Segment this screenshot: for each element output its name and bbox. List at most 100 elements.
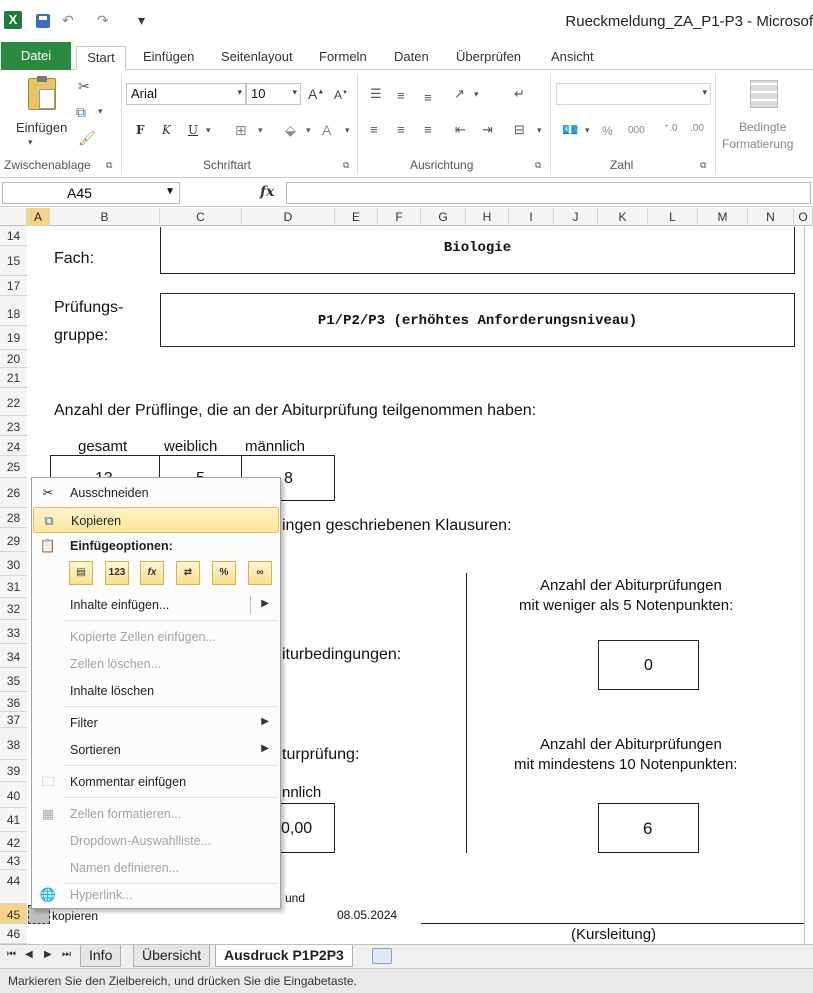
last-sheet-icon[interactable]: ⏭ bbox=[62, 949, 71, 960]
bold-button[interactable]: F bbox=[136, 123, 145, 137]
currency-dropdown-icon[interactable]: ▾ bbox=[585, 125, 590, 136]
menu-item-zellen-loeschen[interactable]: Zellen löschen... bbox=[33, 651, 279, 677]
gruppe-box[interactable]: P1/P2/P3 (erhöhtes Anforderungsniveau) bbox=[160, 293, 795, 347]
increase-decimal-icon[interactable]: ⁺.0 bbox=[664, 123, 678, 134]
paste-option-formulas-icon[interactable]: fx bbox=[140, 561, 164, 585]
column-header-n[interactable]: N bbox=[748, 208, 794, 226]
paste-option-values-icon[interactable]: 123 bbox=[105, 561, 129, 585]
fill-color-icon[interactable]: ⬙ bbox=[285, 122, 296, 139]
row-header[interactable]: 32 bbox=[0, 598, 27, 620]
excel-logo-icon[interactable]: X bbox=[4, 11, 22, 29]
decrease-decimal-icon[interactable]: .00 bbox=[690, 123, 704, 134]
column-header-e[interactable]: E bbox=[335, 208, 378, 226]
orientation-dropdown-icon[interactable]: ▾ bbox=[474, 89, 479, 100]
row-header[interactable]: 35 bbox=[0, 668, 27, 692]
column-header-c[interactable]: C bbox=[160, 208, 242, 226]
column-header-a[interactable]: A bbox=[27, 208, 50, 226]
thousands-button[interactable]: 000 bbox=[628, 125, 645, 136]
column-header-d[interactable]: D bbox=[242, 208, 335, 226]
underline-button[interactable]: U bbox=[188, 123, 198, 137]
row-header[interactable]: 15 bbox=[0, 246, 27, 276]
cut-icon[interactable]: ✂ bbox=[78, 78, 90, 95]
decrease-indent-icon[interactable]: ⇤ bbox=[455, 122, 466, 138]
font-launcher-icon[interactable]: ⧉ bbox=[343, 160, 349, 171]
sheet-tab-info[interactable]: Info bbox=[80, 945, 122, 967]
border-dropdown-icon[interactable]: ▾ bbox=[258, 125, 263, 136]
row-header[interactable]: 19 bbox=[0, 326, 27, 350]
number-launcher-icon[interactable]: ⧉ bbox=[700, 160, 706, 171]
increase-indent-icon[interactable]: ⇥ bbox=[482, 122, 493, 138]
sheet-tab-uebersicht[interactable]: Übersicht bbox=[133, 945, 211, 967]
row-header[interactable]: 39 bbox=[0, 760, 27, 782]
font-name-select[interactable]: Arial ▾ bbox=[126, 83, 246, 105]
save-icon[interactable] bbox=[36, 14, 50, 28]
percent-button[interactable]: % bbox=[602, 124, 613, 138]
paste-option-link-icon[interactable]: ∞ bbox=[248, 561, 272, 585]
first-sheet-icon[interactable]: ⏮ bbox=[7, 949, 16, 960]
row-header[interactable]: 20 bbox=[0, 350, 27, 368]
column-header-l[interactable]: L bbox=[648, 208, 698, 226]
menu-item-inhalte-loeschen[interactable]: Inhalte löschen bbox=[33, 678, 279, 704]
menu-item-hyperlink[interactable]: 🌐 Hyperlink... bbox=[33, 882, 279, 908]
format-painter-icon[interactable]: 🖌 bbox=[78, 130, 96, 147]
fach-box[interactable]: Biologie bbox=[160, 227, 795, 274]
row-header[interactable]: 41 bbox=[0, 808, 27, 832]
row-header[interactable]: 44 bbox=[0, 870, 27, 904]
row-header[interactable]: 21 bbox=[0, 368, 27, 388]
row-header[interactable]: 17 bbox=[0, 276, 27, 296]
paste-dropdown-icon[interactable]: ▾ bbox=[28, 137, 33, 148]
row-header[interactable]: 31 bbox=[0, 576, 27, 598]
insert-function-icon[interactable]: fx bbox=[260, 184, 274, 200]
row-header[interactable]: 14 bbox=[0, 226, 27, 246]
weniger-box[interactable]: 0 bbox=[598, 640, 699, 690]
row-header[interactable]: 18 bbox=[0, 296, 27, 326]
grow-font-icon[interactable]: A▲ bbox=[308, 86, 324, 102]
font-size-select[interactable]: 10 ▾ bbox=[246, 83, 301, 105]
column-header-f[interactable]: F bbox=[378, 208, 421, 226]
underline-dropdown-icon[interactable]: ▾ bbox=[206, 125, 211, 136]
tab-daten[interactable]: Daten bbox=[386, 46, 437, 70]
row-header[interactable]: 29 bbox=[0, 528, 27, 552]
tab-einfuegen[interactable]: Einfügen bbox=[135, 46, 202, 70]
number-format-select[interactable]: ▾ bbox=[556, 83, 711, 105]
menu-item-inhalte-einfuegen[interactable]: Inhalte einfügen... ▶ bbox=[33, 592, 279, 618]
align-middle-icon[interactable]: ≡ bbox=[397, 88, 405, 103]
row-header[interactable]: 22 bbox=[0, 388, 27, 416]
customize-qat-icon[interactable]: ▾ bbox=[138, 12, 145, 29]
align-bottom-icon[interactable]: ≡ bbox=[424, 90, 432, 105]
paste-option-transpose-icon[interactable]: ⇄ bbox=[176, 561, 200, 585]
row-header[interactable]: 40 bbox=[0, 782, 27, 808]
row-header[interactable]: 37 bbox=[0, 712, 27, 728]
menu-item-zellen-formatieren[interactable]: ▦ Zellen formatieren... bbox=[33, 801, 279, 827]
next-sheet-icon[interactable]: ▶ bbox=[44, 949, 52, 960]
orientation-icon[interactable]: ↗ bbox=[454, 86, 465, 102]
row-header[interactable]: 46 bbox=[0, 924, 27, 944]
row-header[interactable]: 34 bbox=[0, 644, 27, 668]
column-header-j[interactable]: J bbox=[554, 208, 598, 226]
column-header-m[interactable]: M bbox=[698, 208, 748, 226]
wrap-text-icon[interactable]: ↵ bbox=[514, 86, 525, 102]
align-left-icon[interactable]: ≡ bbox=[370, 122, 378, 137]
row-header[interactable]: 42 bbox=[0, 832, 27, 852]
shrink-font-icon[interactable]: A▼ bbox=[334, 88, 348, 102]
paste-option-formatting-icon[interactable]: % bbox=[212, 561, 236, 585]
font-color-dropdown-icon[interactable]: ▾ bbox=[345, 125, 350, 136]
row-header[interactable]: 23 bbox=[0, 416, 27, 436]
copy-dropdown-icon[interactable]: ▾ bbox=[98, 106, 103, 117]
fill-color-dropdown-icon[interactable]: ▾ bbox=[306, 125, 311, 136]
row-header[interactable]: 26 bbox=[0, 478, 27, 508]
menu-item-sortieren[interactable]: Sortieren ▶ bbox=[33, 737, 279, 763]
menu-item-filter[interactable]: Filter ▶ bbox=[33, 710, 279, 736]
row-header[interactable]: 33 bbox=[0, 620, 27, 644]
row-header[interactable]: 38 bbox=[0, 728, 27, 760]
tab-ansicht[interactable]: Ansicht bbox=[543, 46, 602, 70]
column-header-o[interactable]: O bbox=[794, 208, 813, 226]
row-header[interactable]: 30 bbox=[0, 552, 27, 576]
row-header-selected[interactable]: 45 bbox=[0, 904, 27, 924]
conditional-formatting-icon[interactable] bbox=[750, 80, 778, 108]
menu-item-ausschneiden[interactable]: ✂ Ausschneiden bbox=[33, 480, 279, 506]
menu-item-dropdown-auswahlliste[interactable]: Dropdown-Auswahlliste... bbox=[33, 828, 279, 854]
italic-button[interactable]: K bbox=[162, 123, 171, 137]
menu-item-kopieren[interactable]: ⧉ Kopieren bbox=[33, 507, 279, 533]
border-icon[interactable]: ⊞ bbox=[235, 122, 247, 139]
